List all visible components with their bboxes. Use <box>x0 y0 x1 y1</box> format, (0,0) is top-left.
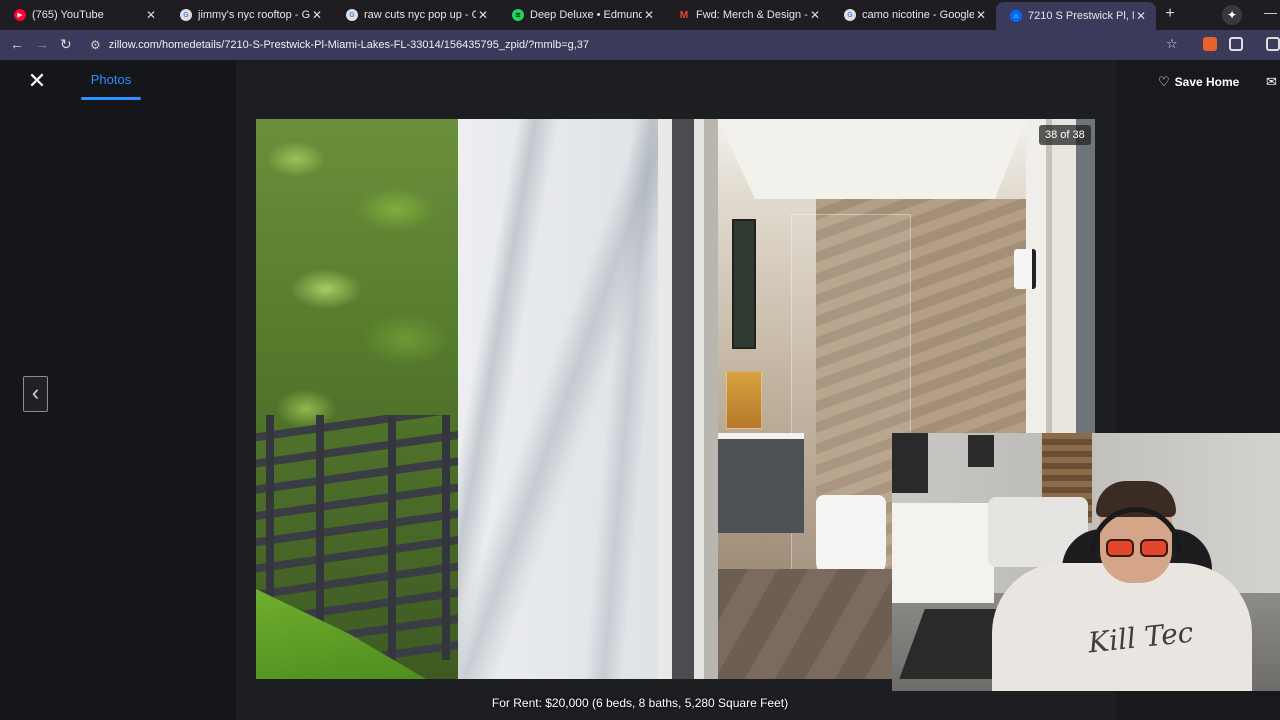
side-panel-icon[interactable] <box>1266 37 1280 51</box>
tab-title: 7210 S Prestwick Pl, Miami Lak <box>1028 10 1134 22</box>
browser-tab[interactable]: G jimmy's nyc rooftop - Google ✕ <box>166 3 332 27</box>
url-text: zillow.com/homedetails/7210-S-Prestwick-… <box>108 39 590 51</box>
minimize-icon[interactable]: — <box>1264 5 1277 20</box>
close-tab-icon[interactable]: ✕ <box>144 8 158 22</box>
close-viewer-icon[interactable]: ✕ <box>26 70 48 92</box>
google-icon: G <box>180 9 192 21</box>
spotify-icon: ≋ <box>512 9 524 21</box>
zillow-icon: ⌂ <box>1010 10 1022 22</box>
close-tab-icon[interactable]: ✕ <box>974 8 988 22</box>
mail-icon[interactable]: ✉ <box>1266 74 1277 90</box>
browser-tab[interactable]: M Fwd: Merch & Design - daddy ✕ <box>664 3 830 27</box>
bookmark-star-icon[interactable]: ☆ <box>1166 36 1178 52</box>
back-icon[interactable]: ← <box>10 36 24 52</box>
save-home-label: Save Home <box>1174 75 1240 89</box>
save-home-button[interactable]: ♡ Save Home <box>1158 74 1239 90</box>
tab-photos[interactable]: Photos <box>81 72 141 100</box>
previous-photo-button[interactable]: ‹ <box>23 376 48 412</box>
photo-counter: 38 of 38 <box>1039 125 1091 145</box>
browser-tab-active[interactable]: ⌂ 7210 S Prestwick Pl, Miami Lak ✕ <box>996 2 1156 30</box>
address-bar[interactable]: ⚙ zillow.com/homedetails/7210-S-Prestwic… <box>84 34 1194 56</box>
new-tab-button[interactable]: + <box>1162 5 1178 23</box>
toolbar: ← → ↻ ⚙ zillow.com/homedetails/7210-S-Pr… <box>0 30 1280 60</box>
close-tab-icon[interactable]: ✕ <box>642 8 656 22</box>
close-tab-icon[interactable]: ✕ <box>1134 9 1148 23</box>
listing-caption: For Rent: $20,000 (6 beds, 8 baths, 5,28… <box>491 696 789 710</box>
gmail-icon: M <box>679 9 689 21</box>
tab-title: (765) YouTube <box>32 9 104 21</box>
browser-tab[interactable]: ≋ Deep Deluxe • Edmund ✕ <box>498 3 664 27</box>
forward-icon[interactable]: → <box>35 36 49 52</box>
heart-icon: ♡ <box>1158 74 1170 89</box>
extension-fox-icon[interactable] <box>1203 37 1217 51</box>
google-icon: G <box>844 9 856 21</box>
tab-strip: ▶ (765) YouTube ✕ G jimmy's nyc rooftop … <box>0 0 1280 30</box>
close-tab-icon[interactable]: ✕ <box>476 8 490 22</box>
tab-title: raw cuts nyc pop up - Google <box>364 9 476 21</box>
tab-title: Deep Deluxe • Edmund <box>530 9 642 21</box>
tab-title: Fwd: Merch & Design - daddy <box>696 9 808 21</box>
close-tab-icon[interactable]: ✕ <box>808 8 822 22</box>
tab-title: jimmy's nyc rooftop - Google <box>198 9 310 21</box>
browser-tab[interactable]: ▶ (765) YouTube ✕ <box>0 3 166 27</box>
close-tab-icon[interactable]: ✕ <box>310 8 324 22</box>
google-icon: G <box>346 9 358 21</box>
site-info-icon[interactable]: ⚙ <box>90 38 101 52</box>
reload-icon[interactable]: ↻ <box>60 36 72 53</box>
webcam-overlay: Kill Tec <box>892 433 1280 691</box>
browser-tab[interactable]: G raw cuts nyc pop up - Google ✕ <box>332 3 498 27</box>
youtube-icon: ▶ <box>14 9 26 21</box>
gemini-icon[interactable]: ✦ <box>1222 5 1242 25</box>
extensions-puzzle-icon[interactable] <box>1229 37 1243 51</box>
browser-tab[interactable]: G camo nicotine - Google Search ✕ <box>830 3 996 27</box>
tab-title: camo nicotine - Google Search <box>862 9 974 21</box>
